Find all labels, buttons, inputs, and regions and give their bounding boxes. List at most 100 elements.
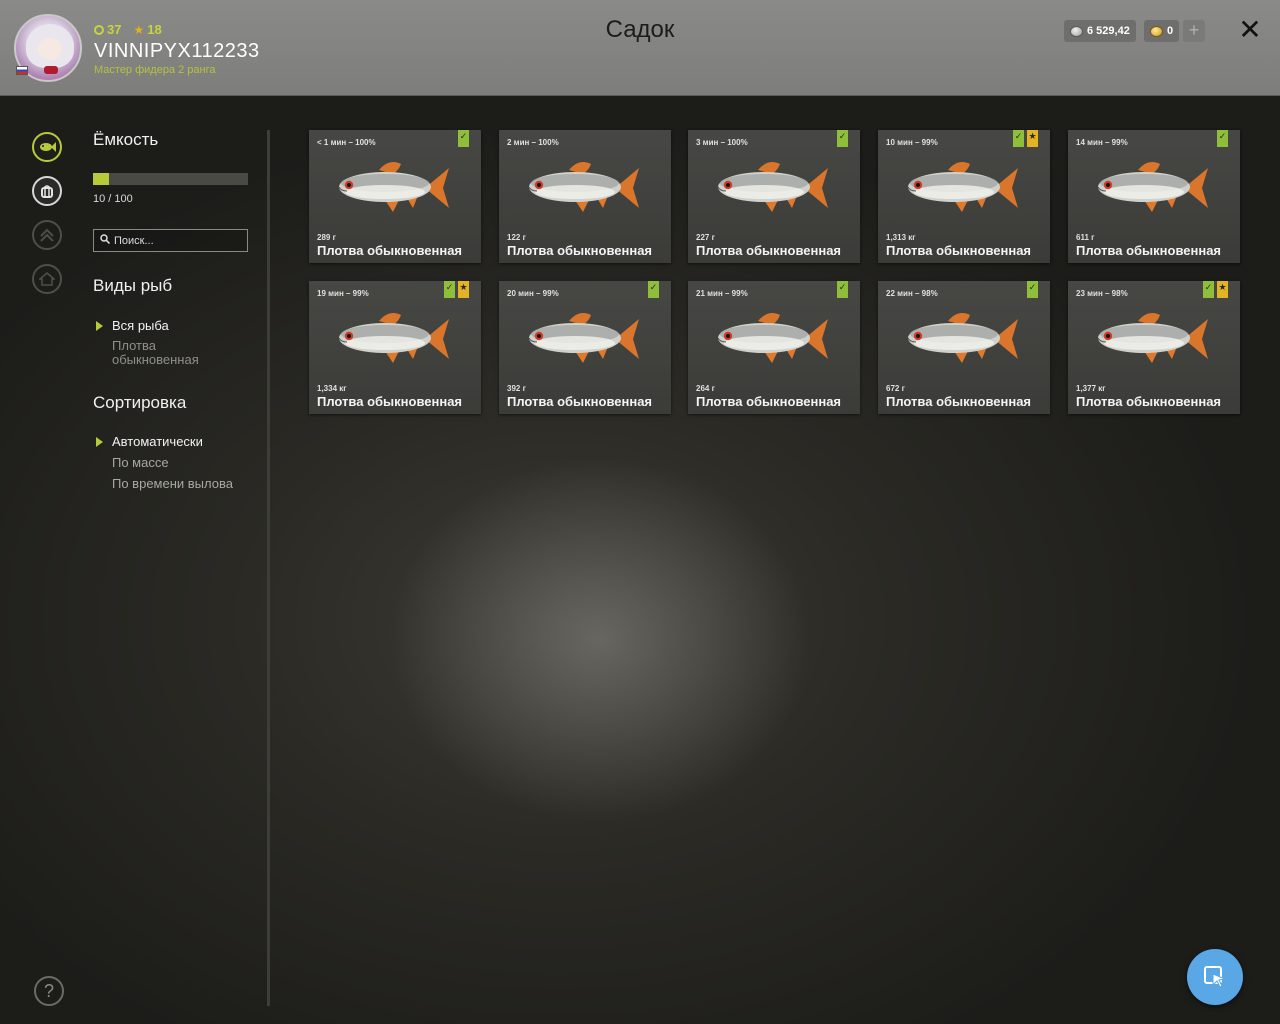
check-badge-icon: ✓ — [648, 281, 659, 298]
capacity-bar — [93, 173, 248, 185]
fish-card[interactable]: 19 мин – 99% ✓ ★ 1,334 кг Плотва обыкнове… — [309, 281, 481, 414]
fish-card[interactable]: < 1 мин – 100% ✓ 289 г Плотва обыкновенн… — [309, 130, 481, 263]
sort-option-auto[interactable]: Автоматически — [112, 434, 203, 449]
fish-weight: 289 г — [317, 233, 336, 242]
fish-catch-time: 3 мин – 100% — [696, 138, 748, 147]
gold-coin-icon — [1150, 25, 1163, 37]
gold-balance: 0 — [1144, 20, 1180, 42]
fish-name: Плотва обыкновенная — [507, 243, 653, 258]
home-icon[interactable] — [32, 264, 62, 294]
help-button[interactable]: ? — [34, 976, 64, 1006]
roach-fish-image — [907, 313, 1018, 363]
fish-name: Плотва обыкновенная — [696, 394, 842, 409]
russia-flag-icon — [16, 66, 28, 75]
keepnet-icon[interactable] — [32, 176, 62, 206]
check-badge-icon: ✓ — [837, 281, 848, 298]
fish-weight: 1,377 кг — [1076, 384, 1106, 393]
sort-heading: Сортировка — [93, 393, 187, 412]
star-badge-icon: ★ — [1027, 130, 1038, 147]
fish-card[interactable]: 2 мин – 100% 122 г Плотва обыкновенная — [499, 130, 671, 263]
check-badge-icon: ✓ — [1013, 130, 1024, 147]
species-selected-arrow-icon — [96, 321, 103, 331]
house-icon — [39, 272, 55, 286]
fish-catch-time: 23 мин – 98% — [1076, 289, 1128, 298]
capacity-bar-fill — [93, 173, 109, 185]
add-gold-button[interactable]: + — [1183, 20, 1205, 42]
fish-card[interactable]: 3 мин – 100% ✓ 227 г Плотва обыкновенная — [688, 130, 860, 263]
fish-catch-time: 21 мин – 99% — [696, 289, 748, 298]
fish-catch-time: 22 мин – 98% — [886, 289, 938, 298]
species-option-roach[interactable]: Плотва обыкновенная — [112, 339, 232, 367]
fish-weight: 672 г — [886, 384, 905, 393]
fish-catch-time: < 1 мин – 100% — [317, 138, 376, 147]
search-input[interactable] — [114, 234, 234, 247]
player-rank: Мастер фидера 2 ранга — [94, 64, 216, 76]
check-badge-icon: ✓ — [1217, 130, 1228, 147]
fish-name: Плотва обыкновенная — [696, 243, 842, 258]
star-badge-icon: ★ — [1217, 281, 1228, 298]
fish-catch-time: 20 мин – 99% — [507, 289, 559, 298]
silver-amount: 6 529,42 — [1087, 25, 1130, 37]
star-badge-icon: ★ — [458, 281, 469, 298]
basket-icon — [41, 185, 53, 198]
fish-icon — [40, 142, 56, 152]
silver-balance: 6 529,42 — [1064, 20, 1136, 42]
fish-card[interactable]: 22 мин – 98% ✓ 672 г Плотва обыкновенная — [878, 281, 1050, 414]
fish-weight: 1,334 кг — [317, 384, 347, 393]
fish-name: Плотва обыкновенная — [1076, 394, 1222, 409]
fish-weight: 264 г — [696, 384, 715, 393]
cursor-mode-button[interactable] — [1187, 949, 1243, 1005]
fish-weight: 1,313 кг — [886, 233, 916, 242]
fish-name: Плотва обыкновенная — [507, 394, 653, 409]
fish-name: Плотва обыкновенная — [886, 243, 1032, 258]
species-option-all[interactable]: Вся рыба — [112, 318, 169, 333]
roach-fish-image — [528, 313, 639, 363]
fish-name: Плотва обыкновенная — [317, 243, 463, 258]
top-bar: 37 ★ 18 VINNIPYX112233 Мастер фидера 2 ра… — [0, 0, 1280, 96]
fish-card[interactable]: 23 мин – 98% ✓ ★ 1,377 кг Плотва обыкнове… — [1068, 281, 1240, 414]
capacity-value: 10 / 100 — [93, 193, 133, 205]
sort-selected-arrow-icon — [96, 437, 103, 447]
check-badge-icon: ✓ — [1203, 281, 1214, 298]
fish-keepnet-tab-icon[interactable] — [32, 132, 62, 162]
check-badge-icon: ✓ — [458, 130, 469, 147]
sort-option-time[interactable]: По времени вылова — [112, 476, 233, 491]
chevron-up-icon[interactable] — [32, 220, 62, 250]
check-badge-icon: ✓ — [837, 130, 848, 147]
roach-fish-image — [1097, 162, 1208, 212]
silver-coin-icon — [1070, 25, 1083, 37]
fish-catch-time: 2 мин – 100% — [507, 138, 559, 147]
roach-fish-image — [907, 162, 1018, 212]
check-badge-icon: ✓ — [444, 281, 455, 298]
panel-divider — [267, 130, 270, 1006]
check-badge-icon: ✓ — [1027, 281, 1038, 298]
fish-catch-time: 14 мин – 99% — [1076, 138, 1128, 147]
gold-amount: 0 — [1167, 25, 1174, 37]
avatar-bow — [44, 66, 58, 74]
roach-fish-image — [717, 162, 828, 212]
fish-card[interactable]: 10 мин – 99% ✓ ★ 1,313 кг Плотва обыкнове… — [878, 130, 1050, 263]
search-box[interactable] — [93, 229, 248, 252]
fish-card[interactable]: 14 мин – 99% ✓ 611 г Плотва обыкновенная — [1068, 130, 1240, 263]
fish-weight: 227 г — [696, 233, 715, 242]
sort-option-mass[interactable]: По массе — [112, 455, 169, 470]
fish-name: Плотва обыкновенная — [317, 394, 463, 409]
roach-fish-image — [528, 162, 639, 212]
roach-fish-image — [717, 313, 828, 363]
fish-weight: 611 г — [1076, 233, 1095, 242]
roach-fish-image — [338, 313, 449, 363]
fish-name: Плотва обыкновенная — [1076, 243, 1222, 258]
species-heading: Виды рыб — [93, 276, 173, 295]
cursor-icon — [1204, 966, 1227, 988]
fish-weight: 392 г — [507, 384, 526, 393]
search-icon — [100, 234, 111, 247]
close-button[interactable]: ✕ — [1236, 16, 1264, 44]
roach-fish-image — [1097, 313, 1208, 363]
fish-weight: 122 г — [507, 233, 526, 242]
fish-card[interactable]: 21 мин – 99% ✓ 264 г Плотва обыкновенная — [688, 281, 860, 414]
double-chevron-icon — [40, 228, 54, 242]
fish-catch-time: 19 мин – 99% — [317, 289, 369, 298]
fish-card[interactable]: 20 мин – 99% ✓ 392 г Плотва обыкновенная — [499, 281, 671, 414]
capacity-heading: Ёмкость — [93, 130, 159, 149]
fish-catch-time: 10 мин – 99% — [886, 138, 938, 147]
